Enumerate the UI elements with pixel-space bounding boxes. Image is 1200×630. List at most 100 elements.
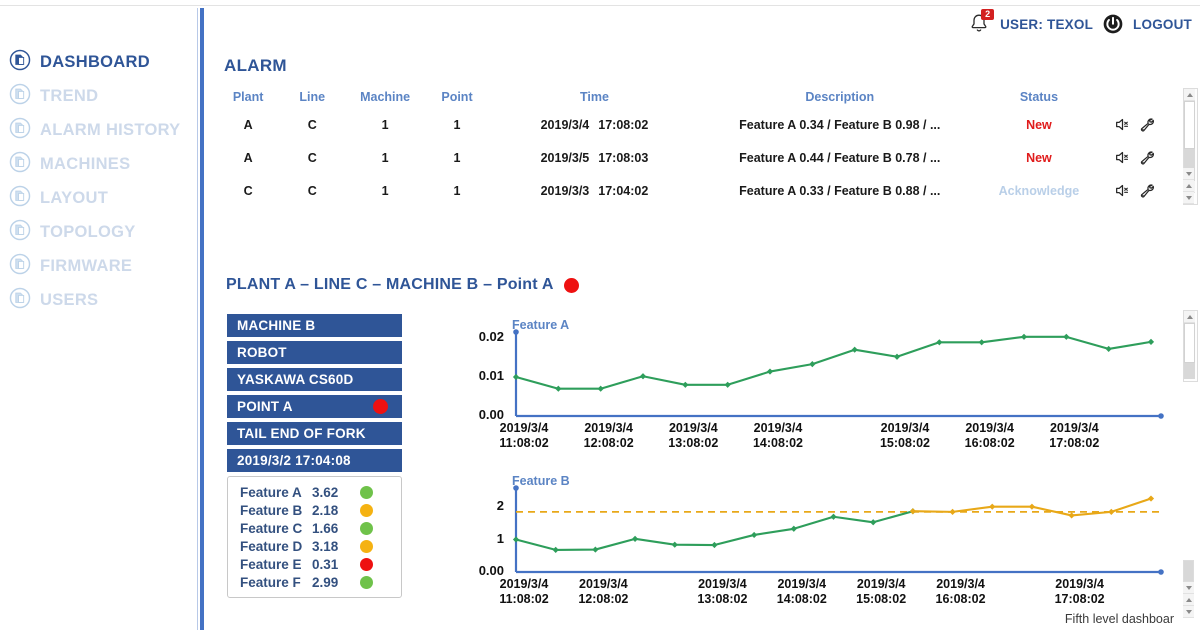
alarm-row[interactable]: A C 1 1 2019/3/5 17:08:03 Feature A 0.44 / Fea…	[218, 141, 1173, 174]
x-axis-tick: 2019/3/4 15:08:02	[836, 577, 926, 607]
feature-status-dot	[360, 485, 373, 499]
chart-plot	[512, 329, 1164, 419]
machine-panel-row[interactable]: 2019/3/2 17:04:08	[227, 449, 402, 472]
charts-scrollbar-bottom[interactable]	[1183, 560, 1196, 626]
x-axis-tick-date: 2019/3/4	[499, 421, 549, 435]
machine-panel-row[interactable]: ROBOT	[227, 341, 402, 364]
cell-date: 2019/3/4	[540, 117, 590, 132]
wrench-icon[interactable]	[1139, 117, 1157, 133]
dashboard-page: 2 USER: TEXOL LOGOUT DASHBOARD TREND ALARM…	[0, 0, 1200, 630]
x-axis-tick: 2019/3/4 14:08:02	[733, 421, 823, 451]
x-axis-tick-time: 14:08:02	[776, 592, 827, 606]
speaker-mute-icon[interactable]	[1114, 183, 1131, 198]
chart-feature-b: Feature B 0.00 1 2 2019/3/4 11:08:02 2019/3/4 1…	[460, 468, 1175, 618]
alarm-table-header: Plant Line Machine Point Time Descriptio…	[218, 86, 1173, 108]
user-label: USER: TEXOL	[1000, 16, 1094, 32]
charts-scroll-track[interactable]	[1184, 363, 1195, 379]
x-axis-tick: 2019/3/4 17:08:02	[1035, 577, 1125, 607]
feature-value: 3.62	[312, 484, 339, 500]
column-header-machine: Machine	[360, 90, 411, 104]
wrench-icon[interactable]	[1139, 150, 1157, 166]
feature-row: Feature E 0.31	[228, 555, 401, 573]
sidebar-item-users[interactable]: USERS	[0, 283, 196, 317]
sidebar-item-dashboard[interactable]: DASHBOARD	[0, 45, 196, 79]
x-axis-tick: 2019/3/4 12:08:02	[558, 577, 648, 607]
cell-actions	[1097, 117, 1173, 133]
x-axis-tick-time: 13:08:02	[697, 592, 748, 606]
x-axis-tick-date: 2019/3/4	[753, 421, 803, 435]
alarm-scroll-extra[interactable]	[1183, 168, 1196, 204]
users-icon	[9, 287, 31, 314]
machine-panel-label: TAIL END OF FORK	[237, 426, 366, 441]
column-header-line: Line	[299, 90, 326, 104]
alarm-section-title: ALARM	[224, 56, 287, 75]
sidebar-item-alarm-history[interactable]: ALARM HISTORY	[0, 113, 196, 147]
feature-row: Feature C 1.66	[228, 519, 401, 537]
status-badge: Acknowledge	[998, 183, 1080, 198]
cell-point: 1	[453, 117, 461, 132]
x-axis-tick-date: 2019/3/4	[880, 421, 930, 435]
sidebar-item-label: DASHBOARD	[40, 52, 150, 71]
topology-icon	[9, 219, 31, 246]
alarm-scroll-thumb[interactable]	[1184, 101, 1195, 149]
x-axis-tick-time: 11:08:02	[499, 592, 549, 606]
power-icon[interactable]	[1102, 13, 1124, 35]
charts-scroll-thumb[interactable]	[1184, 323, 1195, 363]
feature-row: Feature B 2.18	[228, 501, 401, 519]
charts-scroll-end[interactable]	[1183, 606, 1194, 618]
alarm-scroll-page-down[interactable]	[1183, 180, 1194, 192]
alarm-row[interactable]: C C 1 1 2019/3/3 17:04:02 Feature A 0.33 / Fea…	[218, 174, 1173, 207]
machine-panel-row[interactable]: YASKAWA CS60D	[227, 368, 402, 391]
x-axis-tick-time: 15:08:02	[856, 592, 907, 606]
alarm-scroll-page-up[interactable]	[1183, 168, 1194, 180]
x-axis-tick-date: 2019/3/4	[965, 421, 1014, 435]
sidebar-item-label: MACHINES	[40, 154, 131, 173]
charts-scroll-up-button[interactable]	[1184, 311, 1195, 323]
header-bar: 2 USER: TEXOL LOGOUT	[967, 9, 1192, 38]
feature-status-dot	[360, 539, 373, 553]
chart-feature-a: Feature A 0.00 0.01 0.02 2019/3/4 11:08:02 201…	[460, 312, 1175, 462]
feature-value: 0.31	[312, 556, 339, 572]
notification-bell[interactable]: 2	[967, 9, 995, 36]
machine-panel-row[interactable]: TAIL END OF FORK	[227, 422, 402, 445]
sidebar-item-topology[interactable]: TOPOLOGY	[0, 215, 196, 249]
wrench-icon[interactable]	[1139, 183, 1157, 199]
sidebar-item-trend[interactable]: TREND	[0, 79, 196, 113]
x-axis-tick-time: 14:08:02	[752, 436, 804, 450]
charts-scroll-down-button[interactable]	[1183, 582, 1194, 594]
machine-panel-label: 2019/3/2 17:04:08	[237, 453, 351, 468]
machine-panel-row[interactable]: POINT A	[227, 395, 402, 418]
x-axis-tick: 2019/3/4 17:08:02	[1029, 421, 1119, 451]
speaker-mute-icon[interactable]	[1114, 117, 1131, 132]
machine-panel-status-dot	[373, 399, 388, 414]
cell-line: C	[307, 183, 317, 198]
x-axis-tick-time: 12:08:02	[583, 436, 634, 450]
sidebar-item-label: ALARM HISTORY	[40, 120, 181, 139]
machine-info-panel: MACHINE B ROBOT YASKAWA CS60D POINT A TAIL E…	[227, 314, 402, 598]
cell-machine: 1	[381, 150, 389, 165]
x-axis-tick: 2019/3/4 11:08:02	[479, 421, 569, 451]
feature-status-dot	[360, 521, 373, 535]
feature-values-list: Feature A 3.62 Feature B 2.18 Feature C 1.66 F…	[227, 476, 402, 598]
sidebar-item-layout[interactable]: LAYOUT	[0, 181, 196, 215]
logout-button[interactable]: LOGOUT	[1133, 17, 1192, 32]
column-header-description: Description	[805, 90, 875, 104]
sidebar-item-machines[interactable]: MACHINES	[0, 147, 196, 181]
feature-row: Feature F 2.99	[228, 573, 401, 591]
x-axis-tick-time: 13:08:02	[668, 436, 719, 450]
charts-scroll-track-bottom[interactable]	[1183, 560, 1194, 582]
sidebar-divider	[200, 8, 204, 630]
feature-name: Feature D	[240, 538, 303, 554]
sidebar-item-firmware[interactable]: FIRMWARE	[0, 249, 196, 283]
feature-value: 2.18	[312, 502, 339, 518]
charts-scrollbar[interactable]	[1183, 310, 1198, 382]
speaker-mute-icon[interactable]	[1114, 150, 1131, 165]
cell-plant: A	[243, 150, 253, 165]
alarm-row[interactable]: A C 1 1 2019/3/4 17:08:02 Feature A 0.34 / Fea…	[218, 108, 1173, 141]
feature-name: Feature B	[240, 502, 303, 518]
alarm-scroll-end[interactable]	[1183, 192, 1194, 204]
sidebar-item-label: USERS	[40, 290, 99, 309]
alarm-scroll-up-button[interactable]	[1184, 89, 1195, 101]
charts-scroll-page-down[interactable]	[1183, 594, 1194, 606]
machine-panel-row[interactable]: MACHINE B	[227, 314, 402, 337]
